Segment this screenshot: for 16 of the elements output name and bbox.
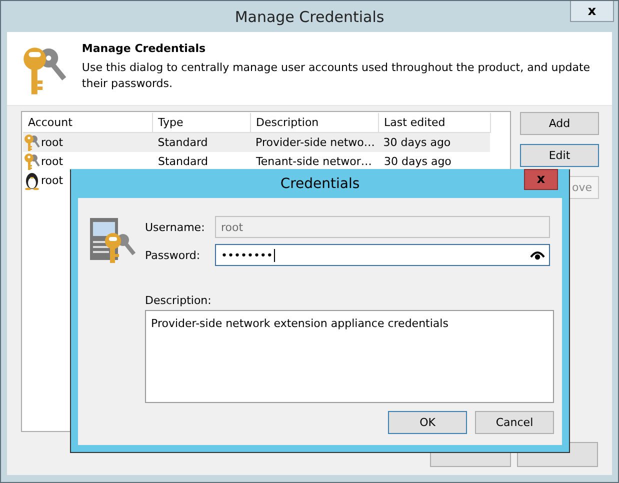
- dialog-title: Credentials: [280, 176, 360, 192]
- table-cell: Standard: [158, 136, 208, 149]
- table-cell: root: [41, 155, 64, 168]
- table-cell: Provider-side netwo…: [256, 136, 375, 149]
- username-label: Username:: [145, 220, 206, 234]
- password-label: Password:: [145, 248, 202, 262]
- description-label: Description:: [145, 294, 212, 307]
- table-cell: Standard: [158, 155, 208, 168]
- table-cell: 30 days ago: [383, 136, 451, 149]
- table-cell: root: [41, 174, 64, 187]
- header-description: Use this dialog to centrally manage user accounts used throughout the product, and update their passwords.: [82, 60, 592, 92]
- table-cell: root: [41, 136, 64, 149]
- header-title: Manage Credentials: [82, 42, 207, 55]
- table-cell: Tenant-side networ…: [256, 155, 372, 168]
- window-title: Manage Credentials: [234, 8, 384, 26]
- table-cell: 30 days ago: [384, 155, 452, 168]
